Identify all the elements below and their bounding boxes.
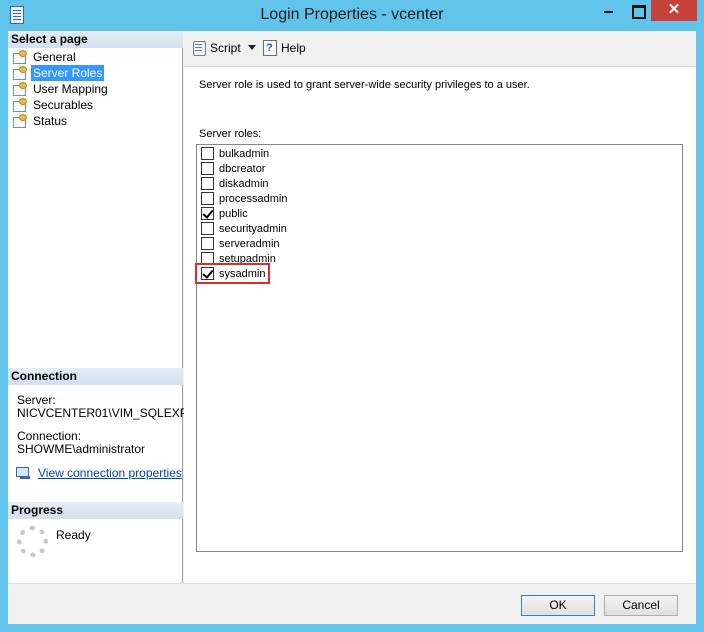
view-connection-properties-link[interactable]: View connection properties bbox=[16, 466, 182, 480]
minimize-button[interactable] bbox=[595, 0, 623, 21]
role-item-dbcreator[interactable]: dbcreator bbox=[201, 162, 265, 177]
sidebar-item-label: Status bbox=[33, 114, 68, 128]
role-label: securityadmin bbox=[219, 223, 287, 235]
role-checkbox[interactable] bbox=[201, 162, 214, 175]
sidebar-item-status[interactable]: Status bbox=[12, 113, 69, 129]
dialog-button-bar: OK Cancel bbox=[8, 583, 696, 624]
role-checkbox[interactable] bbox=[201, 222, 214, 235]
sidebar-item-general[interactable]: General bbox=[12, 49, 78, 65]
role-checkbox[interactable] bbox=[201, 177, 214, 190]
role-label: diskadmin bbox=[219, 178, 269, 190]
role-checkbox[interactable] bbox=[201, 237, 214, 250]
sidebar-item-label: User Mapping bbox=[33, 82, 108, 96]
role-item-public[interactable]: public bbox=[201, 207, 248, 222]
dialog-client-area: Select a page General Server Roles User … bbox=[8, 31, 696, 624]
page-icon bbox=[12, 50, 27, 64]
help-button[interactable]: Help bbox=[262, 40, 306, 56]
select-page-header: Select a page bbox=[8, 31, 183, 48]
connection-properties-icon bbox=[16, 466, 32, 480]
toolbar: Script Help bbox=[184, 31, 696, 67]
script-icon bbox=[191, 40, 207, 56]
sidebar-item-securables[interactable]: Securables bbox=[12, 97, 95, 113]
sidebar-item-label: Securables bbox=[33, 98, 94, 112]
script-dropdown-arrow-icon[interactable] bbox=[248, 45, 256, 50]
right-pane: Script Help Server role is used to grant… bbox=[184, 31, 696, 583]
help-icon bbox=[262, 40, 278, 56]
page-icon bbox=[12, 98, 27, 112]
left-pane: Select a page General Server Roles User … bbox=[8, 31, 188, 583]
role-label: public bbox=[219, 208, 248, 220]
server-roles-label: Server roles: bbox=[199, 128, 262, 140]
role-checkbox[interactable] bbox=[201, 147, 214, 160]
script-label: Script bbox=[210, 41, 241, 55]
progress-header: Progress bbox=[8, 502, 183, 519]
close-button[interactable]: ✕ bbox=[651, 0, 697, 21]
highlight-annotation-box bbox=[195, 263, 270, 284]
role-item-bulkadmin[interactable]: bulkadmin bbox=[201, 147, 269, 162]
role-checkbox-checked[interactable] bbox=[201, 207, 214, 220]
role-item-serveradmin[interactable]: serveradmin bbox=[201, 237, 280, 252]
page-icon bbox=[12, 66, 27, 80]
progress-spinner-icon bbox=[17, 526, 48, 557]
role-label: serveradmin bbox=[219, 238, 280, 250]
connection-header: Connection bbox=[8, 368, 183, 385]
connection-value: SHOWME\administrator bbox=[17, 442, 146, 456]
sidebar-item-label: General bbox=[33, 50, 76, 64]
sidebar-item-user-mapping[interactable]: User Mapping bbox=[12, 81, 110, 97]
link-text: View connection properties bbox=[38, 466, 182, 480]
cancel-button[interactable]: Cancel bbox=[604, 595, 678, 616]
role-checkbox[interactable] bbox=[201, 192, 214, 205]
page-icon bbox=[12, 82, 27, 96]
dialog-window: Login Properties - vcenter ✕ Select a pa… bbox=[0, 0, 704, 632]
progress-status: Ready bbox=[56, 528, 91, 542]
server-roles-list[interactable]: bulkadmin dbcreator diskadmin processadm… bbox=[195, 144, 683, 552]
sidebar-item-label: Server Roles bbox=[31, 65, 105, 81]
ok-button[interactable]: OK bbox=[521, 595, 595, 616]
role-item-processadmin[interactable]: processadmin bbox=[201, 192, 287, 207]
server-role-description: Server role is used to grant server-wide… bbox=[199, 79, 530, 91]
close-icon: ✕ bbox=[667, 1, 681, 18]
role-label: bulkadmin bbox=[219, 148, 270, 160]
maximize-button[interactable] bbox=[623, 0, 651, 21]
script-button[interactable]: Script bbox=[191, 40, 241, 56]
role-item-diskadmin[interactable]: diskadmin bbox=[201, 177, 269, 192]
role-label: processadmin bbox=[219, 193, 288, 205]
page-icon bbox=[12, 114, 27, 128]
title-bar[interactable]: Login Properties - vcenter ✕ bbox=[0, 0, 704, 32]
role-label: dbcreator bbox=[219, 163, 266, 175]
help-label: Help bbox=[281, 41, 306, 55]
server-value: NICVCENTER01\VIM_SQLEXP bbox=[17, 406, 188, 420]
role-item-securityadmin[interactable]: securityadmin bbox=[201, 222, 287, 237]
sidebar-item-server-roles[interactable]: Server Roles bbox=[12, 65, 105, 81]
